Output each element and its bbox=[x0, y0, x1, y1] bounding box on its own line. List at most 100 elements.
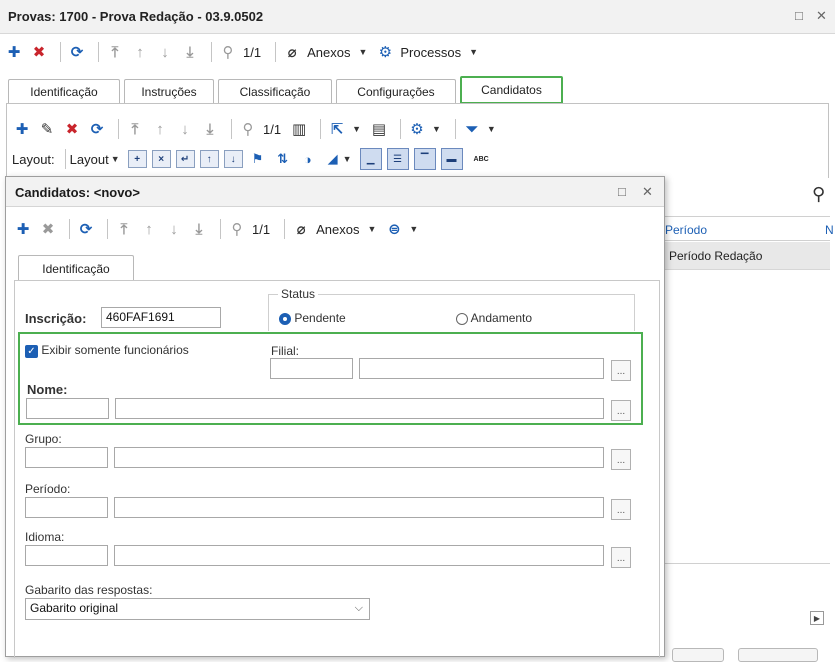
search-icon[interactable]: ⚲ bbox=[238, 119, 258, 139]
bottom-button-1[interactable] bbox=[672, 648, 724, 662]
move-last-icon[interactable]: ⤓ bbox=[189, 219, 209, 239]
sort-icon[interactable]: ⇅ bbox=[273, 149, 293, 169]
stamp-icon[interactable]: ⊜ bbox=[384, 219, 404, 239]
refresh-icon[interactable]: ⟳ bbox=[67, 42, 87, 62]
refresh-icon[interactable]: ⟳ bbox=[76, 219, 96, 239]
move-up-icon[interactable]: ↑ bbox=[139, 219, 159, 239]
status-pendente-radio[interactable]: Pendente bbox=[279, 311, 346, 325]
search-icon[interactable]: ⚲ bbox=[227, 219, 247, 239]
filial-lookup-button[interactable]: ... bbox=[611, 360, 631, 381]
filter-dropdown-icon[interactable]: ▼ bbox=[487, 124, 496, 134]
gabarito-select[interactable]: Gabarito original ⌵ bbox=[25, 598, 370, 620]
tab-instrucoes[interactable]: Instruções bbox=[124, 79, 214, 103]
export-dropdown-icon[interactable]: ▼ bbox=[352, 124, 361, 134]
bottom-button-2[interactable] bbox=[738, 648, 818, 662]
tab-classificacao[interactable]: Classificação bbox=[218, 79, 332, 103]
inscricao-input[interactable]: 460FAF1691 bbox=[101, 307, 221, 328]
layout-apply-icon[interactable]: ↵ bbox=[175, 150, 195, 168]
scroll-right-icon[interactable]: ▶ bbox=[810, 611, 824, 625]
layout-dropdown[interactable]: Layout bbox=[70, 152, 109, 167]
search-icon[interactable]: ⚲ bbox=[812, 184, 825, 205]
move-up-icon[interactable]: ↑ bbox=[130, 42, 150, 62]
idioma-name-input[interactable] bbox=[114, 545, 604, 566]
restore-icon[interactable]: □ bbox=[795, 8, 803, 23]
nome-lookup-button[interactable]: ... bbox=[611, 400, 631, 421]
status-andamento-radio[interactable]: Andamento bbox=[456, 311, 532, 325]
filter-icon[interactable]: ⏷ bbox=[462, 119, 482, 139]
chart-dropdown-icon[interactable]: ▼ bbox=[343, 154, 352, 164]
add-icon[interactable]: ✚ bbox=[4, 42, 24, 62]
layout-upload-icon[interactable]: ↑ bbox=[199, 150, 219, 168]
grupo-code-input[interactable] bbox=[25, 447, 108, 468]
delete-icon[interactable]: ✖ bbox=[62, 119, 82, 139]
status-legend: Status bbox=[278, 287, 319, 301]
processos-dropdown-icon[interactable]: ▼ bbox=[469, 47, 478, 57]
search-icon[interactable]: ⚲ bbox=[218, 42, 238, 62]
refresh-icon[interactable]: ⟳ bbox=[87, 119, 107, 139]
grupo-lookup-button[interactable]: ... bbox=[611, 449, 631, 470]
exibir-funcionarios-checkbox[interactable]: ✓ Exibir somente funcionários bbox=[25, 343, 189, 358]
anexos-button[interactable]: Anexos bbox=[316, 222, 359, 237]
grupo-name-input[interactable] bbox=[114, 447, 604, 468]
move-up-icon[interactable]: ↑ bbox=[150, 119, 170, 139]
abc-button[interactable]: ABC bbox=[474, 156, 489, 163]
view-top-icon[interactable]: ▔ bbox=[413, 148, 436, 170]
close-icon[interactable]: ✕ bbox=[816, 8, 827, 24]
add-icon[interactable]: ✚ bbox=[12, 119, 32, 139]
nome-code-input[interactable] bbox=[26, 398, 109, 419]
gear-dropdown-icon[interactable]: ▼ bbox=[432, 124, 441, 134]
move-last-icon[interactable]: ⤓ bbox=[180, 42, 200, 62]
edit-icon[interactable]: ✎ bbox=[37, 119, 57, 139]
move-down-icon[interactable]: ↓ bbox=[175, 119, 195, 139]
close-icon[interactable]: ✕ bbox=[642, 184, 653, 200]
layout-dropdown-icon[interactable]: ▼ bbox=[111, 154, 120, 164]
tab-candidatos[interactable]: Candidatos bbox=[460, 76, 563, 104]
view-split-icon[interactable]: ☰ bbox=[386, 148, 409, 170]
periodo-name-input[interactable] bbox=[114, 497, 604, 518]
view-middle-icon[interactable]: ▬ bbox=[440, 148, 463, 170]
export-icon[interactable]: ⇱ bbox=[327, 119, 347, 139]
delete-icon[interactable]: ✖ bbox=[38, 219, 58, 239]
anexos-button[interactable]: Anexos bbox=[307, 45, 350, 60]
processos-button[interactable]: Processos bbox=[400, 45, 461, 60]
table-row[interactable]: Período Redação bbox=[661, 242, 830, 270]
tab-identificacao[interactable]: Identificação bbox=[8, 79, 120, 103]
stamp-dropdown-icon[interactable]: ▼ bbox=[409, 224, 418, 234]
add-icon[interactable]: ✚ bbox=[13, 219, 33, 239]
idioma-code-input[interactable] bbox=[25, 545, 108, 566]
gear-icon[interactable]: ⚙ bbox=[375, 42, 395, 62]
chart-icon[interactable]: ◢ bbox=[323, 149, 343, 169]
view-bottom-icon[interactable]: ▁ bbox=[359, 148, 382, 170]
layout-remove-icon[interactable]: × bbox=[151, 150, 171, 168]
move-down-icon[interactable]: ↓ bbox=[155, 42, 175, 62]
periodo-code-input[interactable] bbox=[25, 497, 108, 518]
report-icon[interactable]: ▤ bbox=[369, 119, 389, 139]
filial-code-input[interactable] bbox=[270, 358, 353, 379]
pin-icon[interactable]: ⚑ bbox=[248, 149, 268, 169]
move-down-icon[interactable]: ↓ bbox=[164, 219, 184, 239]
chevron-down-icon: ⌵ bbox=[354, 602, 363, 614]
paperclip-icon[interactable]: ⌀ bbox=[291, 219, 311, 239]
move-last-icon[interactable]: ⤓ bbox=[200, 119, 220, 139]
columns-icon[interactable]: ▥ bbox=[289, 119, 309, 139]
layout-add-icon[interactable]: + bbox=[127, 150, 147, 168]
color-fill-icon[interactable]: ◑ bbox=[298, 149, 318, 169]
layout-download-icon[interactable]: ↓ bbox=[223, 150, 243, 168]
gear-icon[interactable]: ⚙ bbox=[407, 119, 427, 139]
anexos-dropdown-icon[interactable]: ▼ bbox=[367, 224, 376, 234]
paperclip-icon[interactable]: ⌀ bbox=[282, 42, 302, 62]
nome-name-input[interactable] bbox=[115, 398, 604, 419]
move-first-icon[interactable]: ⤒ bbox=[105, 42, 125, 62]
grid-column-periodo[interactable]: Período bbox=[665, 223, 707, 237]
dialog-tab-identificacao[interactable]: Identificação bbox=[18, 255, 134, 281]
anexos-dropdown-icon[interactable]: ▼ bbox=[358, 47, 367, 57]
move-first-icon[interactable]: ⤒ bbox=[114, 219, 134, 239]
idioma-lookup-button[interactable]: ... bbox=[611, 547, 631, 568]
periodo-lookup-button[interactable]: ... bbox=[611, 499, 631, 520]
delete-icon[interactable]: ✖ bbox=[29, 42, 49, 62]
move-first-icon[interactable]: ⤒ bbox=[125, 119, 145, 139]
restore-icon[interactable]: □ bbox=[618, 184, 626, 199]
grid-column-n[interactable]: N bbox=[825, 223, 834, 237]
filial-name-input[interactable] bbox=[359, 358, 604, 379]
tab-configuracoes[interactable]: Configurações bbox=[336, 79, 456, 103]
